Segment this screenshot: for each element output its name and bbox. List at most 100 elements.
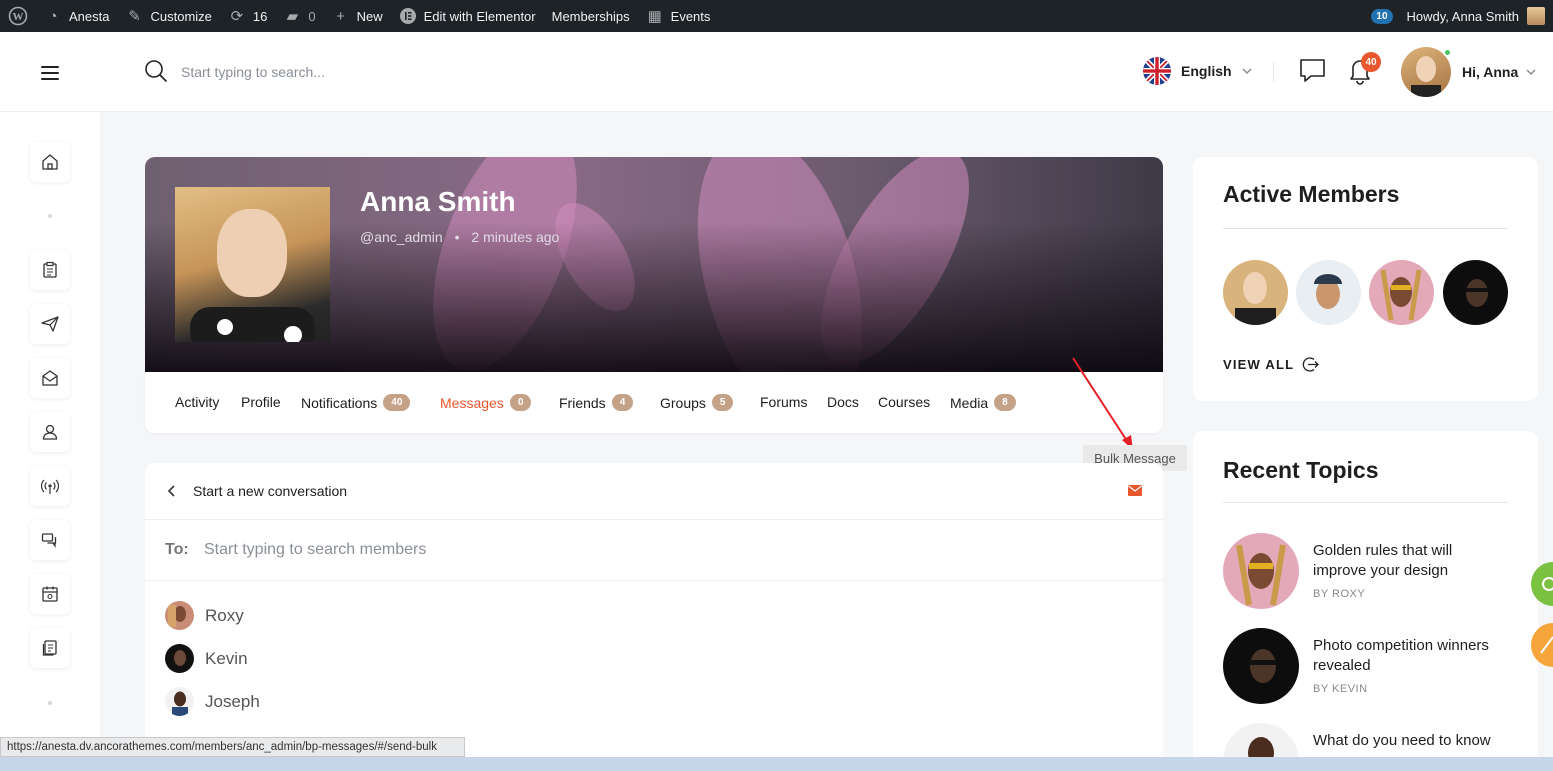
- home-icon: [42, 154, 58, 170]
- admin-bar-site[interactable]: ◔ Anesta: [36, 0, 117, 32]
- admin-bar: W ◔ Anesta ✎ Customize ⟳ 16 ▰ 0 + New Ed…: [0, 0, 1553, 32]
- chat-icon[interactable]: [1299, 57, 1326, 84]
- recent-topics-card: Recent Topics Golden rules that will imp…: [1193, 431, 1538, 771]
- tab-friends[interactable]: Friends 4: [559, 394, 634, 411]
- tab-messages[interactable]: Messages 0: [440, 394, 532, 411]
- annotation-arrow: [1072, 357, 1133, 450]
- divider: [1273, 62, 1274, 82]
- settings-fab[interactable]: [1531, 562, 1553, 606]
- notification-count-badge[interactable]: 40: [1361, 52, 1381, 72]
- avatar[interactable]: [1223, 260, 1288, 325]
- avatar: [165, 687, 194, 716]
- search-icon[interactable]: [144, 59, 168, 83]
- envelope-open-icon: [42, 370, 58, 386]
- profile-avatar[interactable]: [175, 187, 330, 342]
- language-selector[interactable]: English: [1143, 57, 1252, 85]
- admin-bar-new[interactable]: + New: [324, 0, 391, 32]
- recent-topics-title: Recent Topics: [1223, 457, 1379, 483]
- calendar-icon: ▦: [647, 8, 662, 25]
- back-arrow-icon[interactable]: [165, 484, 179, 498]
- active-members-card: Active Members VIEW ALL: [1193, 157, 1538, 401]
- sidebar-messages[interactable]: [30, 358, 70, 398]
- sidebar-events[interactable]: [30, 574, 70, 614]
- view-all-link[interactable]: VIEW ALL: [1223, 356, 1320, 373]
- sidebar-tasks[interactable]: [30, 250, 70, 290]
- paper-plane-icon: [41, 316, 59, 332]
- tab-courses[interactable]: Courses: [878, 394, 930, 410]
- admin-bar-howdy[interactable]: Howdy, Anna Smith: [1407, 9, 1519, 24]
- avatar: [1223, 628, 1299, 704]
- new-conversation-panel: Start a new conversation To: Roxy Kevin …: [145, 463, 1163, 763]
- count-badge: 5: [711, 394, 734, 411]
- admin-notification-badge[interactable]: 10: [1371, 8, 1393, 24]
- topic-author: BY KEVIN: [1313, 683, 1368, 695]
- wordpress-logo-icon[interactable]: W: [0, 0, 36, 32]
- tab-activity[interactable]: Activity: [175, 394, 219, 410]
- documents-icon: [42, 640, 57, 656]
- chevron-down-icon: [1526, 69, 1536, 75]
- calendar-icon: [42, 586, 58, 602]
- conversation-header: Start a new conversation: [145, 463, 1163, 520]
- feather-icon: [1540, 636, 1553, 654]
- search-input[interactable]: [181, 60, 581, 84]
- profile-tabs: Activity Profile Notifications 40 Message…: [145, 372, 1163, 433]
- admin-bar-events[interactable]: ▦ Events: [638, 0, 719, 32]
- profile-name: Anna Smith: [360, 186, 516, 217]
- sidebar-profile[interactable]: [30, 412, 70, 452]
- sidebar-send[interactable]: [30, 304, 70, 344]
- conversation-title: Start a new conversation: [193, 483, 348, 499]
- sidebar-forums[interactable]: [30, 520, 70, 560]
- admin-bar-elementor[interactable]: Edit with Elementor: [391, 0, 544, 32]
- profile-meta: @anc_admin • 2 minutes ago: [360, 229, 560, 245]
- list-item[interactable]: Joseph: [165, 687, 260, 716]
- avatar: [1223, 533, 1299, 609]
- avatar: [165, 644, 194, 673]
- topic-author: BY ROXY: [1313, 588, 1366, 600]
- sidebar-docs[interactable]: [30, 628, 70, 668]
- list-item[interactable]: Photo competition winners revealed BY KE…: [1223, 628, 1513, 708]
- bulk-message-envelope-icon[interactable]: [1128, 485, 1142, 496]
- elementor-icon: [399, 7, 417, 25]
- topic-title[interactable]: What do you need to know: [1313, 731, 1503, 751]
- admin-avatar[interactable]: [1527, 7, 1545, 25]
- broadcast-icon: [41, 479, 59, 494]
- divider: [1223, 228, 1508, 229]
- chevron-down-icon: [1242, 68, 1252, 74]
- admin-bar-comments[interactable]: ▰ 0: [275, 0, 323, 32]
- uk-flag-icon: [1143, 57, 1171, 85]
- tab-media[interactable]: Media 8: [950, 394, 1016, 411]
- avatar[interactable]: [1443, 260, 1508, 325]
- avatar: [165, 601, 194, 630]
- sidebar-home[interactable]: [30, 142, 70, 182]
- count-badge: 0: [509, 394, 532, 411]
- count-badge: 4: [611, 394, 634, 411]
- dashboard-icon: ◔: [48, 7, 58, 25]
- user-icon: [42, 424, 58, 440]
- edit-fab[interactable]: [1531, 623, 1553, 667]
- topic-title[interactable]: Photo competition winners revealed: [1313, 636, 1503, 676]
- tab-profile[interactable]: Profile: [241, 394, 281, 410]
- admin-bar-updates[interactable]: ⟳ 16: [220, 0, 275, 32]
- arrow-circle-icon: [1302, 357, 1320, 372]
- to-label: To:: [165, 541, 189, 558]
- admin-bar-customize[interactable]: ✎ Customize: [117, 0, 219, 32]
- list-item[interactable]: Kevin: [165, 644, 248, 673]
- sidebar-broadcast[interactable]: [30, 466, 70, 506]
- online-indicator: [1443, 48, 1452, 57]
- tab-forums[interactable]: Forums: [760, 394, 807, 410]
- tab-docs[interactable]: Docs: [827, 394, 859, 410]
- avatar[interactable]: [1369, 260, 1434, 325]
- user-menu[interactable]: Hi, Anna: [1462, 64, 1536, 80]
- tab-groups[interactable]: Groups 5: [660, 394, 734, 411]
- list-item[interactable]: Roxy: [165, 601, 244, 630]
- divider: [1223, 502, 1508, 503]
- avatar[interactable]: [1296, 260, 1361, 325]
- tab-notifications[interactable]: Notifications 40: [301, 394, 411, 411]
- count-badge: 40: [383, 394, 411, 411]
- admin-bar-memberships[interactable]: Memberships: [544, 0, 638, 32]
- menu-icon[interactable]: [41, 66, 59, 80]
- recipient-search-input[interactable]: [204, 538, 804, 562]
- list-item[interactable]: Golden rules that will improve your desi…: [1223, 533, 1513, 613]
- site-header: English 40 Hi, Anna: [0, 32, 1553, 112]
- topic-title[interactable]: Golden rules that will improve your desi…: [1313, 541, 1503, 581]
